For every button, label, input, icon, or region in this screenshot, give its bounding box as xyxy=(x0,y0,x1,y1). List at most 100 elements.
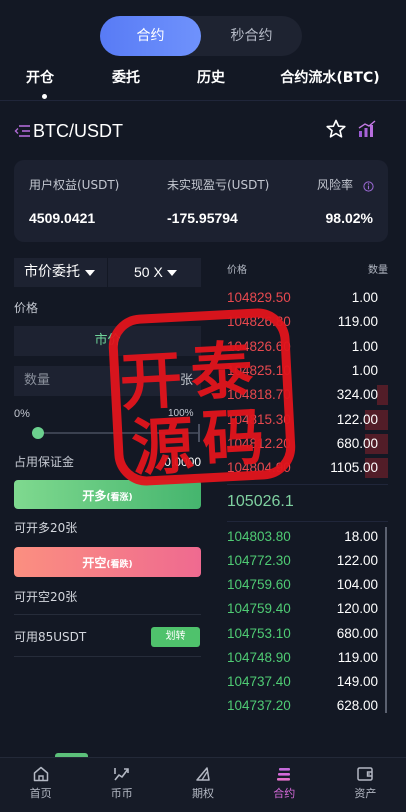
ask-row[interactable]: 104812.20 680.00 xyxy=(227,432,388,456)
ask-row[interactable]: 104818.70 324.00 xyxy=(227,383,388,407)
tab-orders[interactable]: 委托 xyxy=(96,66,156,90)
open-short-hint: (看跌) xyxy=(106,560,133,570)
nav-assets[interactable]: 资产 xyxy=(325,758,406,812)
bid-quantity: 628.00 xyxy=(336,698,378,714)
bid-quantity: 119.00 xyxy=(337,649,378,665)
bid-quantity: 149.00 xyxy=(336,673,378,689)
contract-icon xyxy=(277,768,291,781)
ask-quantity: 680.00 xyxy=(336,435,378,451)
bid-price: 104753.10 xyxy=(227,625,291,641)
leverage-select[interactable]: 50 X xyxy=(108,258,201,287)
book-divider xyxy=(227,521,388,522)
ask-row[interactable]: 104804.90 1105.00 xyxy=(227,456,388,480)
transfer-button[interactable]: 划转 xyxy=(151,627,200,647)
quantity-placeholder: 数量 xyxy=(24,373,51,388)
slider-min-label: 0% xyxy=(14,408,30,420)
info-icon[interactable] xyxy=(363,179,374,192)
ask-row[interactable]: 104826.60 1.00 xyxy=(227,335,388,359)
bid-row[interactable]: 104759.60 104.00 xyxy=(227,573,388,597)
ask-quantity: 1.00 xyxy=(351,338,378,354)
bid-price: 104737.20 xyxy=(227,698,291,714)
ask-row[interactable]: 104826.80 119.00 xyxy=(227,310,388,334)
book-qty-header: 数量 xyxy=(368,265,388,276)
ask-row[interactable]: 104829.50 1.00 xyxy=(227,286,388,310)
unrealized-pnl-label: 未实现盈亏(USDT) xyxy=(167,178,270,192)
book-divider xyxy=(227,484,388,485)
slider-knob[interactable] xyxy=(32,427,44,439)
ask-quantity: 1105.00 xyxy=(330,460,378,476)
open-short-button[interactable]: 开空(看跌) xyxy=(14,547,201,577)
nav-home[interactable]: 首页 xyxy=(0,758,81,812)
mode-second-contract-button[interactable]: 秒合约 xyxy=(201,16,302,56)
bid-quantity: 120.00 xyxy=(336,601,378,617)
home-icon xyxy=(33,766,48,782)
nav-options[interactable]: 期权 xyxy=(162,758,243,812)
ask-row[interactable]: 104815.30 122.00 xyxy=(227,408,388,432)
tab-contract-ledger[interactable]: 合约流水(BTC) xyxy=(266,66,394,90)
last-price: 105026.1 xyxy=(227,493,294,510)
risk-rate-label: 风险率 xyxy=(317,178,354,192)
bid-price: 104759.40 xyxy=(227,601,291,617)
nav-options-label: 期权 xyxy=(192,787,214,800)
nav-spot[interactable]: 币币 xyxy=(81,758,162,812)
short-available: 可开空20张 xyxy=(14,590,78,604)
bid-row[interactable]: 104737.40 149.00 xyxy=(227,670,388,694)
spot-trend-icon xyxy=(113,768,129,781)
ask-price: 104804.90 xyxy=(227,460,291,476)
mode-toggle: 合约 秒合约 xyxy=(100,16,302,56)
price-input[interactable]: 市价 xyxy=(14,326,201,356)
leverage-value: 50 X xyxy=(134,264,163,280)
bid-price: 104737.40 xyxy=(227,673,291,689)
bid-row[interactable]: 104753.10 680.00 xyxy=(227,622,388,646)
order-type-select[interactable]: 市价委托 xyxy=(14,258,107,287)
long-available: 可开多20张 xyxy=(14,521,78,535)
equity-label: 用户权益(USDT) xyxy=(29,178,120,192)
account-summary-card: 用户权益(USDT) 未实现盈亏(USDT) 风险率 4509.0421 -17… xyxy=(14,160,388,242)
nav-assets-label: 资产 xyxy=(354,787,377,800)
margin-value: 0.0000 xyxy=(164,455,201,469)
quantity-unit: 张 xyxy=(179,373,193,388)
star-outline-icon[interactable] xyxy=(326,119,346,139)
bid-row[interactable]: 104759.40 120.00 xyxy=(227,597,388,621)
quantity-input[interactable]: 数量 张 xyxy=(14,366,201,396)
wallet-icon xyxy=(357,767,374,781)
ask-quantity: 1.00 xyxy=(351,362,378,378)
pair-symbol[interactable]: BTC/USDT xyxy=(33,119,123,143)
ask-quantity: 324.00 xyxy=(336,387,378,403)
stamp-char: 源 xyxy=(130,409,196,485)
ask-row[interactable]: 104825.10 1.00 xyxy=(227,359,388,383)
slider-end-tick xyxy=(198,424,200,442)
order-type-value: 市价委托 xyxy=(24,264,80,280)
bar-chart-icon[interactable] xyxy=(357,119,377,139)
margin-label: 占用保证金 xyxy=(14,455,75,469)
available-balance: 可用85USDT xyxy=(14,630,87,644)
ask-price: 104815.30 xyxy=(227,411,291,427)
list-collapse-icon[interactable] xyxy=(14,123,31,139)
bid-quantity: 122.00 xyxy=(336,553,378,569)
bid-quantity: 104.00 xyxy=(336,577,378,593)
options-icon xyxy=(196,767,210,781)
bid-price: 104759.60 xyxy=(227,577,291,593)
bid-price: 104772.30 xyxy=(227,553,291,569)
tab-history[interactable]: 历史 xyxy=(181,66,241,90)
position-slider[interactable] xyxy=(32,424,200,442)
bid-row[interactable]: 104748.90 119.00 xyxy=(227,646,388,670)
bid-row[interactable]: 104803.80 18.00 xyxy=(227,525,388,549)
open-short-label: 开空 xyxy=(82,556,107,570)
ask-depth-bar xyxy=(376,385,388,406)
chevron-down-icon xyxy=(85,270,95,276)
ask-price: 104826.60 xyxy=(227,338,291,354)
price-label: 价格 xyxy=(14,301,39,315)
form-divider xyxy=(14,656,201,657)
bid-row[interactable]: 104737.20 628.00 xyxy=(227,694,388,718)
open-long-button[interactable]: 开多(看涨) xyxy=(14,480,201,509)
ask-price: 104812.20 xyxy=(227,435,291,451)
bid-quantity: 18.00 xyxy=(344,529,378,544)
bids-scrollbar[interactable] xyxy=(385,527,387,713)
bid-row[interactable]: 104772.30 122.00 xyxy=(227,549,388,573)
ask-price: 104826.80 xyxy=(227,314,291,330)
tab-open-position[interactable]: 开仓 xyxy=(10,66,70,90)
nav-contract[interactable]: 合约 xyxy=(244,758,325,812)
mode-contract-button[interactable]: 合约 xyxy=(100,16,201,56)
slider-max-label: 100% xyxy=(168,408,194,419)
